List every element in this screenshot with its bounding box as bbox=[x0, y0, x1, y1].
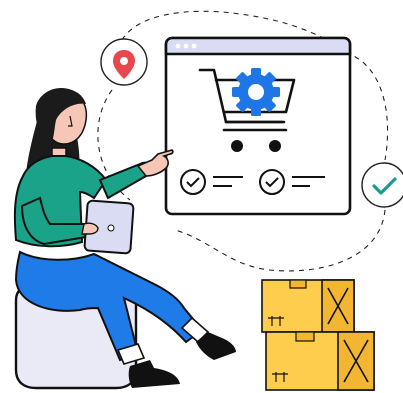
ecommerce-illustration bbox=[13, 10, 403, 391]
shipping-box-icon bbox=[261, 279, 375, 391]
cart-wheel-left bbox=[231, 140, 243, 152]
check-icon bbox=[361, 162, 403, 208]
location-pin-icon bbox=[100, 38, 148, 86]
box-top bbox=[261, 279, 355, 333]
box-bottom bbox=[265, 331, 375, 391]
cart-wheel-right bbox=[269, 140, 281, 152]
gear-icon bbox=[232, 68, 280, 116]
browser-window bbox=[164, 36, 352, 216]
window-dots bbox=[175, 43, 197, 49]
